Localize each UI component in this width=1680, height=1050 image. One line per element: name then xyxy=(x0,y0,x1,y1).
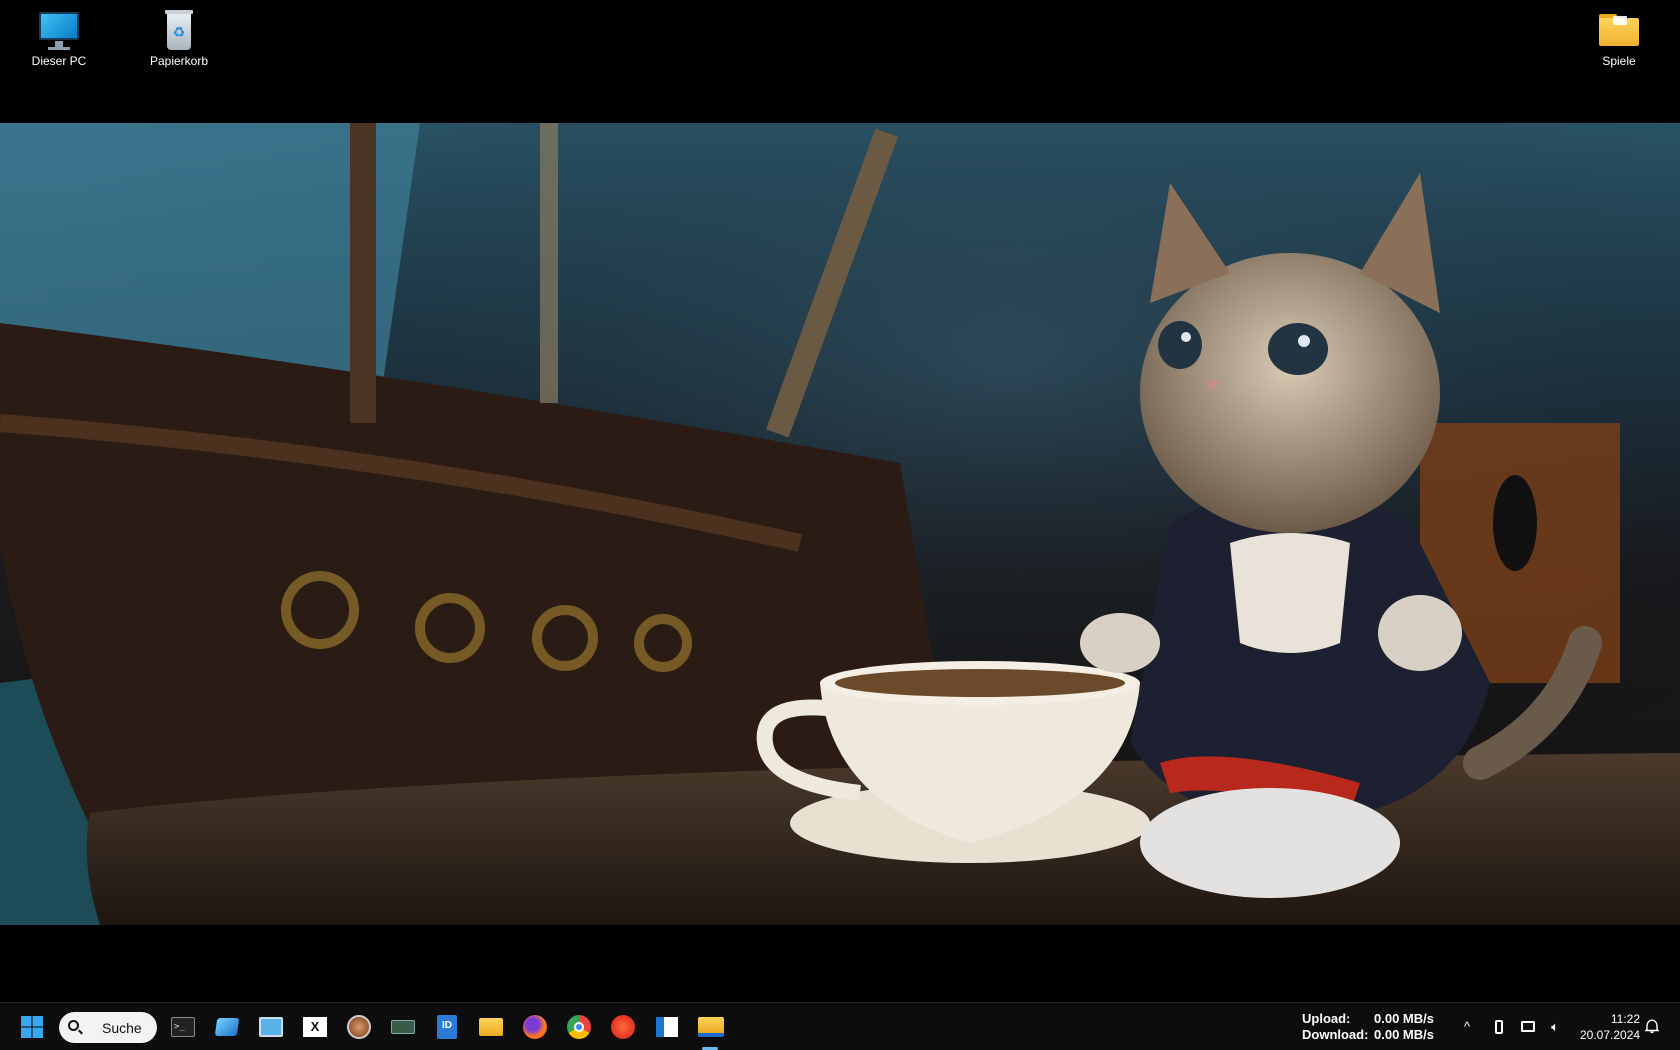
desktop-icon-spiele[interactable]: Spiele xyxy=(1574,0,1664,68)
desktop-icon-papierkorb[interactable]: ♻ Papierkorb xyxy=(134,0,224,68)
upload-label: Upload: xyxy=(1302,1011,1351,1026)
folder-icon xyxy=(1597,8,1641,52)
notification-bell-icon[interactable] xyxy=(1644,1018,1660,1034)
download-label: Download: xyxy=(1302,1027,1369,1042)
speaker-icon[interactable]: 🔈︎ xyxy=(1547,1019,1563,1035)
clock[interactable]: 11:22 20.07.2024 xyxy=(1580,1011,1640,1043)
network-icon[interactable] xyxy=(1521,1019,1537,1035)
folder-pinned-icon[interactable] xyxy=(695,1011,727,1043)
desktop-icon-dieser-pc[interactable]: Dieser PC xyxy=(14,0,104,68)
network-speed-widget[interactable]: Upload: 0.00 MB/s Download: 0.00 MB/s xyxy=(1302,1011,1434,1043)
file-explorer-icon[interactable] xyxy=(475,1011,507,1043)
app-window-icon[interactable] xyxy=(651,1011,683,1043)
firefox-icon[interactable] xyxy=(519,1011,551,1043)
monitor-icon xyxy=(37,8,81,52)
download-value: 0.00 MB/s xyxy=(1374,1027,1434,1042)
search-icon xyxy=(68,1020,79,1031)
search-label: Suche xyxy=(102,1019,142,1036)
keyboard-app-icon[interactable] xyxy=(387,1011,419,1043)
desktop-icon-label: Papierkorb xyxy=(149,54,209,68)
usb-device-icon[interactable] xyxy=(1491,1019,1507,1035)
wallpaper-image xyxy=(0,123,1680,925)
chrome-icon[interactable] xyxy=(563,1011,595,1043)
excel-like-icon[interactable]: X xyxy=(299,1011,331,1043)
tray-chevron-icon[interactable]: ^ xyxy=(1459,1019,1475,1035)
clock-time: 11:22 xyxy=(1610,1012,1640,1026)
media-player-icon[interactable] xyxy=(607,1011,639,1043)
desktop-icon-label: Spiele xyxy=(1602,54,1636,68)
id-app-icon[interactable]: ID xyxy=(431,1011,463,1043)
desktop-icon-label: Dieser PC xyxy=(31,54,87,68)
terminal-icon[interactable]: >_ xyxy=(167,1011,199,1043)
desktop: Dieser PC ♻ Papierkorb Spiele xyxy=(0,0,1680,1002)
remote-desktop-icon[interactable] xyxy=(255,1011,287,1043)
recycle-bin-icon: ♻ xyxy=(157,8,201,52)
profile-app-icon[interactable] xyxy=(343,1011,375,1043)
clock-date: 20.07.2024 xyxy=(1580,1028,1641,1042)
upload-value: 0.00 MB/s xyxy=(1374,1011,1434,1026)
taskbar: Suche >_ X ID Upload: 0.00 MB/s Download… xyxy=(0,1002,1680,1050)
window-app-icon[interactable] xyxy=(211,1011,243,1043)
search-box[interactable]: Suche xyxy=(59,1012,157,1043)
windows-start-icon[interactable] xyxy=(16,1011,48,1043)
